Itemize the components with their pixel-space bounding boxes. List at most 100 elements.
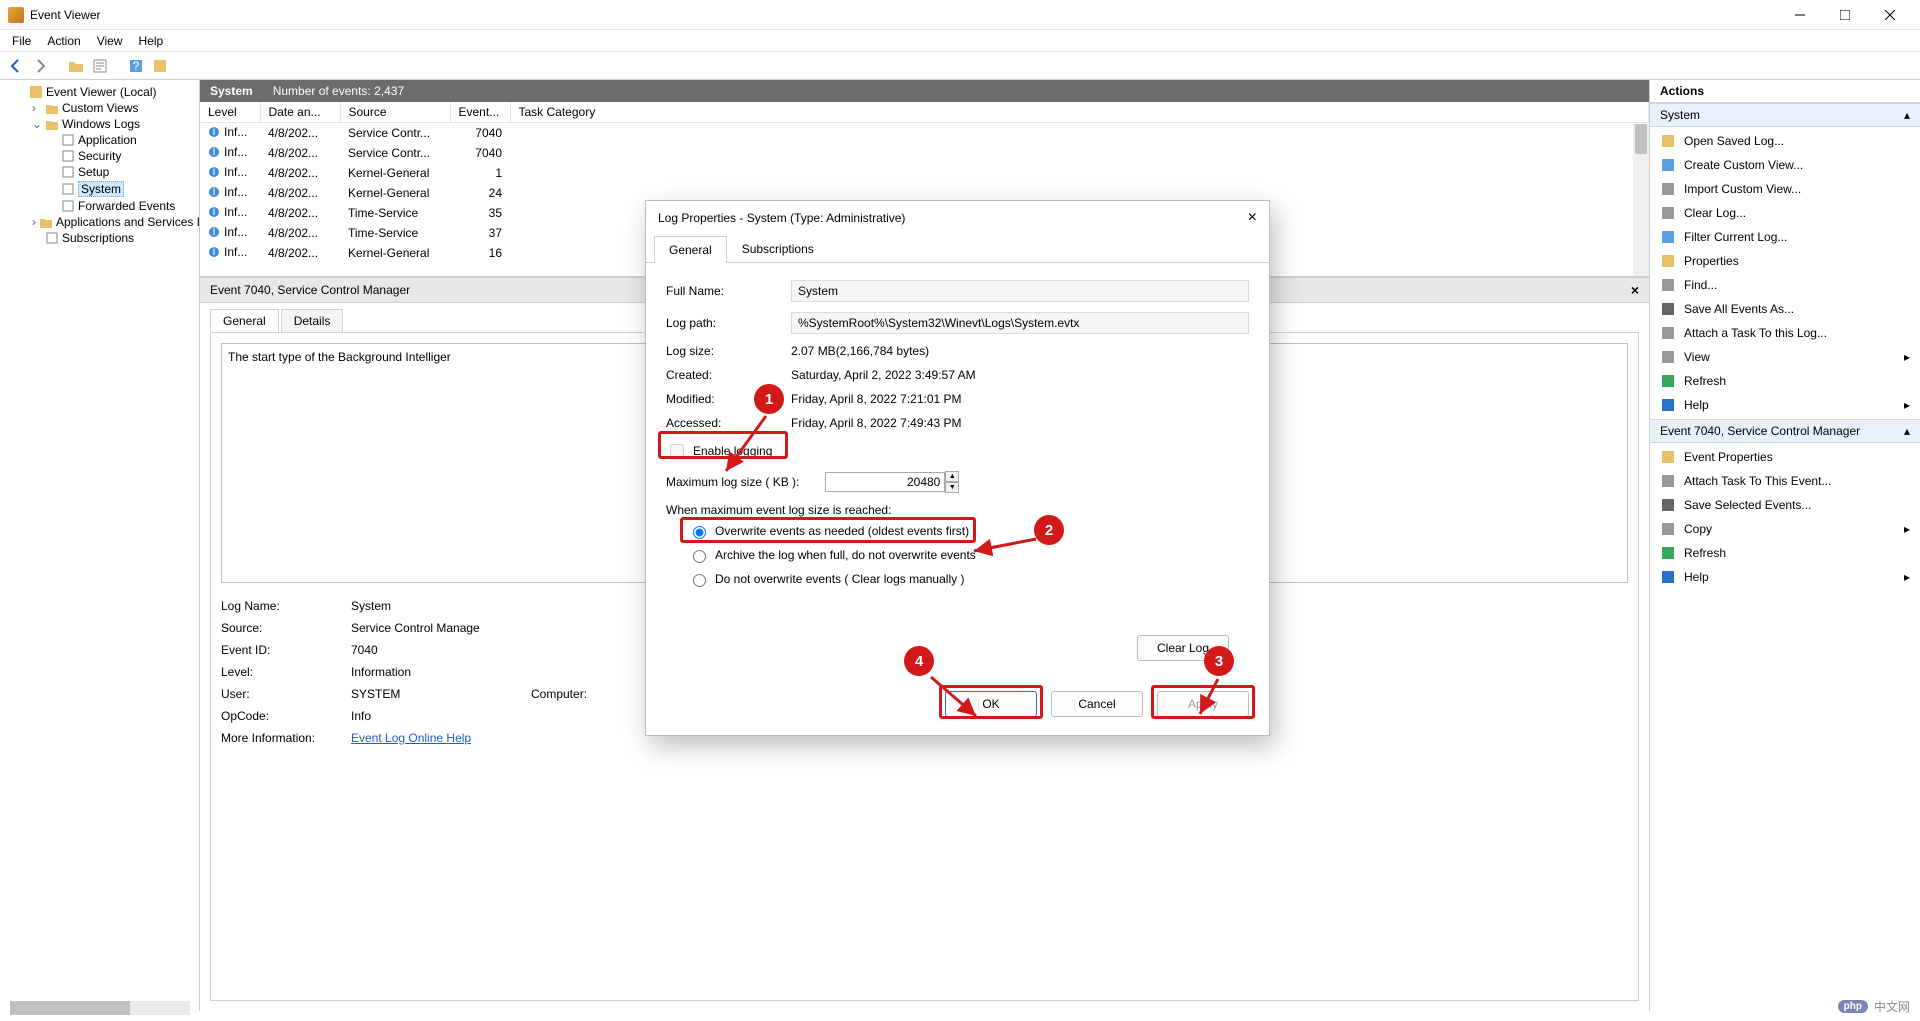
maxsize-input[interactable] [825,472,945,492]
dialog-tab-general[interactable]: General [654,236,727,263]
submenu-arrow-icon: ▸ [1904,350,1910,364]
col-level[interactable]: Level [200,102,260,123]
dlg-logpath-field[interactable] [791,312,1249,334]
col-date[interactable]: Date an... [260,102,340,123]
kv-eventid-v: 7040 [351,643,511,657]
close-button[interactable] [1867,1,1912,29]
tree-forwarded[interactable]: Forwarded Events [48,198,199,214]
tree-horizontal-scrollbar[interactable] [10,1001,190,1011]
svg-text:i: i [213,206,216,218]
dlg-fullname-k: Full Name: [666,284,791,298]
tab-general[interactable]: General [210,309,279,332]
action-icon [1660,301,1676,317]
menu-help[interactable]: Help [131,32,172,50]
tree-application[interactable]: Application [48,132,199,148]
tree-root[interactable]: Event Viewer (Local) [16,84,199,100]
enable-logging-checkbox[interactable] [670,444,684,458]
radio-archive[interactable] [693,550,706,563]
table-row[interactable]: iInf...4/8/202...Kernel-General1 [200,163,1649,183]
action-label: Copy [1684,522,1712,536]
radio-overwrite[interactable] [693,526,706,539]
maxsize-down-button[interactable]: ▼ [945,482,959,493]
refresh-icon[interactable] [150,56,170,76]
kv-moreinfo-k: More Information: [221,731,331,745]
action-clear-log[interactable]: Clear Log... [1650,201,1920,225]
tree-custom-views[interactable]: ›Custom Views [32,100,199,116]
tree-forwarded-label: Forwarded Events [78,199,175,213]
action-copy[interactable]: Copy▸ [1650,517,1920,541]
maxsize-up-button[interactable]: ▲ [945,471,959,482]
apply-button[interactable]: Apply [1157,691,1249,717]
tree-system[interactable]: System [48,180,199,198]
action-properties[interactable]: Properties [1650,249,1920,273]
table-row[interactable]: iInf...4/8/202...Service Contr...7040 [200,123,1649,144]
action-icon [1660,181,1676,197]
action-help[interactable]: Help▸ [1650,393,1920,417]
col-eventid[interactable]: Event... [450,102,510,123]
action-event-properties[interactable]: Event Properties [1650,445,1920,469]
svg-text:i: i [213,166,216,178]
radio-donot[interactable] [693,574,706,587]
dlg-fullname-field[interactable] [791,280,1249,302]
tree-subscriptions[interactable]: Subscriptions [32,230,199,246]
action-create-custom-view[interactable]: Create Custom View... [1650,153,1920,177]
action-icon [1660,521,1676,537]
clear-log-button[interactable]: Clear Log [1137,635,1229,661]
navigation-tree[interactable]: Event Viewer (Local) ›Custom Views ⌄Wind… [0,80,200,1011]
action-label: Create Custom View... [1684,158,1803,172]
dlg-created-k: Created: [666,368,791,382]
ok-button[interactable]: OK [945,691,1037,717]
cancel-button[interactable]: Cancel [1051,691,1143,717]
event-log-help-link[interactable]: Event Log Online Help [351,731,471,745]
dialog-tab-subscriptions[interactable]: Subscriptions [727,235,829,262]
action-save-selected-events[interactable]: Save Selected Events... [1650,493,1920,517]
tab-details[interactable]: Details [281,309,344,332]
action-attach-task-to-this-event[interactable]: Attach Task To This Event... [1650,469,1920,493]
dialog-tabs: General Subscriptions [646,235,1269,263]
col-source[interactable]: Source [340,102,450,123]
action-filter-current-log[interactable]: Filter Current Log... [1650,225,1920,249]
kv-user-k: User: [221,687,331,701]
action-label: Find... [1684,278,1717,292]
menu-view[interactable]: View [89,32,131,50]
window-title-bar: Event Viewer [0,0,1920,30]
action-refresh[interactable]: Refresh [1650,541,1920,565]
dialog-title-bar[interactable]: Log Properties - System (Type: Administr… [646,201,1269,235]
action-icon [1660,253,1676,269]
minimize-button[interactable] [1777,1,1822,29]
events-scrollbar[interactable] [1633,124,1649,276]
action-icon [1660,325,1676,341]
tree-windows-logs[interactable]: ⌄Windows Logs [32,116,199,132]
properties-icon[interactable] [90,56,110,76]
tree-setup[interactable]: Setup [48,164,199,180]
menu-action[interactable]: Action [39,32,88,50]
action-find[interactable]: Find... [1650,273,1920,297]
maximize-button[interactable] [1822,1,1867,29]
tree-subscriptions-label: Subscriptions [62,231,134,245]
action-save-all-events-as[interactable]: Save All Events As... [1650,297,1920,321]
maxsize-spinner[interactable]: ▲ ▼ [825,471,959,493]
action-help[interactable]: Help▸ [1650,565,1920,589]
tree-apps-services[interactable]: ›Applications and Services Logs [32,214,199,230]
actions-group-system[interactable]: System ▴ [1650,103,1920,127]
action-import-custom-view[interactable]: Import Custom View... [1650,177,1920,201]
action-attach-a-task-to-this-log[interactable]: Attach a Task To this Log... [1650,321,1920,345]
tree-security[interactable]: Security [48,148,199,164]
dialog-close-icon[interactable]: × [1248,209,1257,227]
menu-bar: File Action View Help [0,30,1920,52]
back-button[interactable] [6,56,26,76]
action-view[interactable]: View▸ [1650,345,1920,369]
actions-group-event[interactable]: Event 7040, Service Control Manager ▴ [1650,419,1920,443]
menu-file[interactable]: File [4,32,39,50]
close-detail-icon[interactable]: × [1631,282,1639,298]
action-open-saved-log[interactable]: Open Saved Log... [1650,129,1920,153]
action-refresh[interactable]: Refresh [1650,369,1920,393]
whenmax-label: When maximum event log size is reached: [666,497,1249,519]
kv-opcode-v: Info [351,709,511,723]
open-icon[interactable] [66,56,86,76]
forward-button[interactable] [30,56,50,76]
col-task[interactable]: Task Category [510,102,1649,123]
table-row[interactable]: iInf...4/8/202...Service Contr...7040 [200,143,1649,163]
help-icon[interactable]: ? [126,56,146,76]
action-icon [1660,205,1676,221]
